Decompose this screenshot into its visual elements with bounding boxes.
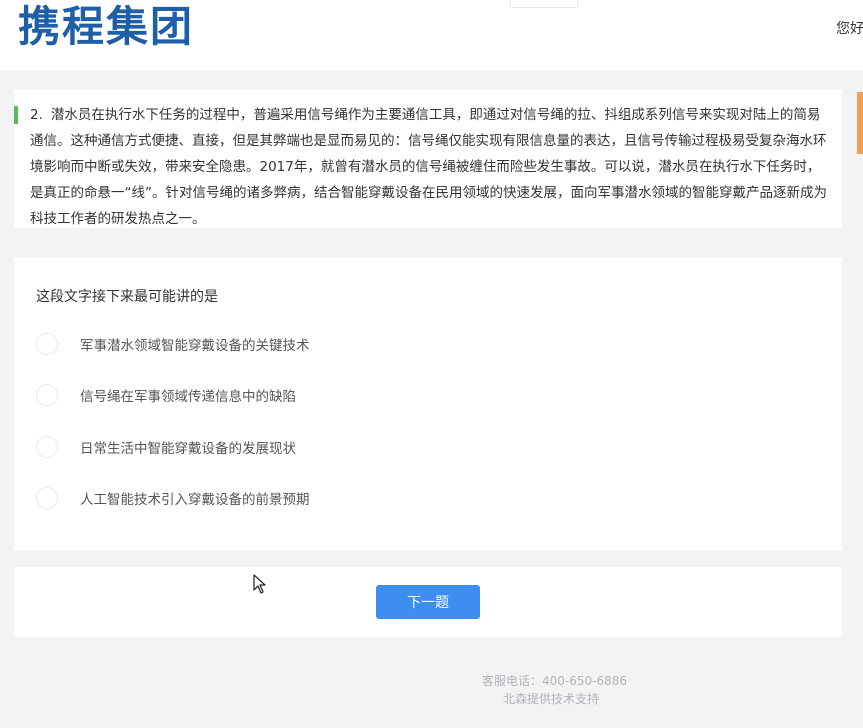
radio-button[interactable]	[36, 436, 58, 458]
mouse-cursor-icon	[253, 574, 266, 594]
option-label: 军事潜水领域智能穿戴设备的关键技术	[80, 338, 310, 354]
question-body: 潜水员在执行水下任务的过程中，普遍采用信号绳作为主要通信工具，即通过对信号绳的拉…	[30, 107, 827, 227]
radio-button[interactable]	[36, 333, 58, 355]
question-text: 2. 潜水员在执行水下任务的过程中，普遍采用信号绳作为主要通信工具，即通过对信号绳…	[30, 102, 830, 232]
question-number: 2.	[30, 107, 43, 123]
option-label: 信号绳在军事领域传递信息中的缺陷	[80, 389, 296, 405]
question-card: 2. 潜水员在执行水下任务的过程中，普遍采用信号绳作为主要通信工具，即通过对信号绳…	[14, 90, 842, 228]
option-b[interactable]: 信号绳在军事领域传递信息中的缺陷	[36, 381, 816, 409]
top-tab[interactable]	[510, 0, 578, 8]
question-marker	[14, 106, 18, 124]
customer-service-phone: 客服电话：400-650-6886	[482, 674, 628, 688]
side-tab[interactable]	[857, 92, 863, 154]
logo: 携程集团	[18, 2, 195, 51]
greeting: 您好	[836, 21, 863, 37]
option-a[interactable]: 军事潜水领域智能穿戴设备的关键技术	[36, 330, 816, 358]
option-label: 人工智能技术引入穿戴设备的前景预期	[80, 492, 310, 508]
next-question-button[interactable]: 下一题	[376, 585, 480, 619]
footer-card: 下一题	[14, 567, 842, 637]
options-card: 这段文字接下来最可能讲的是 军事潜水领域智能穿戴设备的关键技术 信号绳在军事领域…	[14, 258, 842, 550]
option-d[interactable]: 人工智能技术引入穿戴设备的前景预期	[36, 484, 816, 512]
radio-button[interactable]	[36, 487, 58, 509]
option-label: 日常生活中智能穿戴设备的发展现状	[80, 441, 296, 457]
question-prompt: 这段文字接下来最可能讲的是	[36, 289, 218, 305]
header: 携程集团 您好	[0, 0, 863, 70]
radio-button[interactable]	[36, 384, 58, 406]
tech-support-text: 北森提供技术支持	[503, 692, 600, 706]
option-c[interactable]: 日常生活中智能穿戴设备的发展现状	[36, 433, 816, 461]
